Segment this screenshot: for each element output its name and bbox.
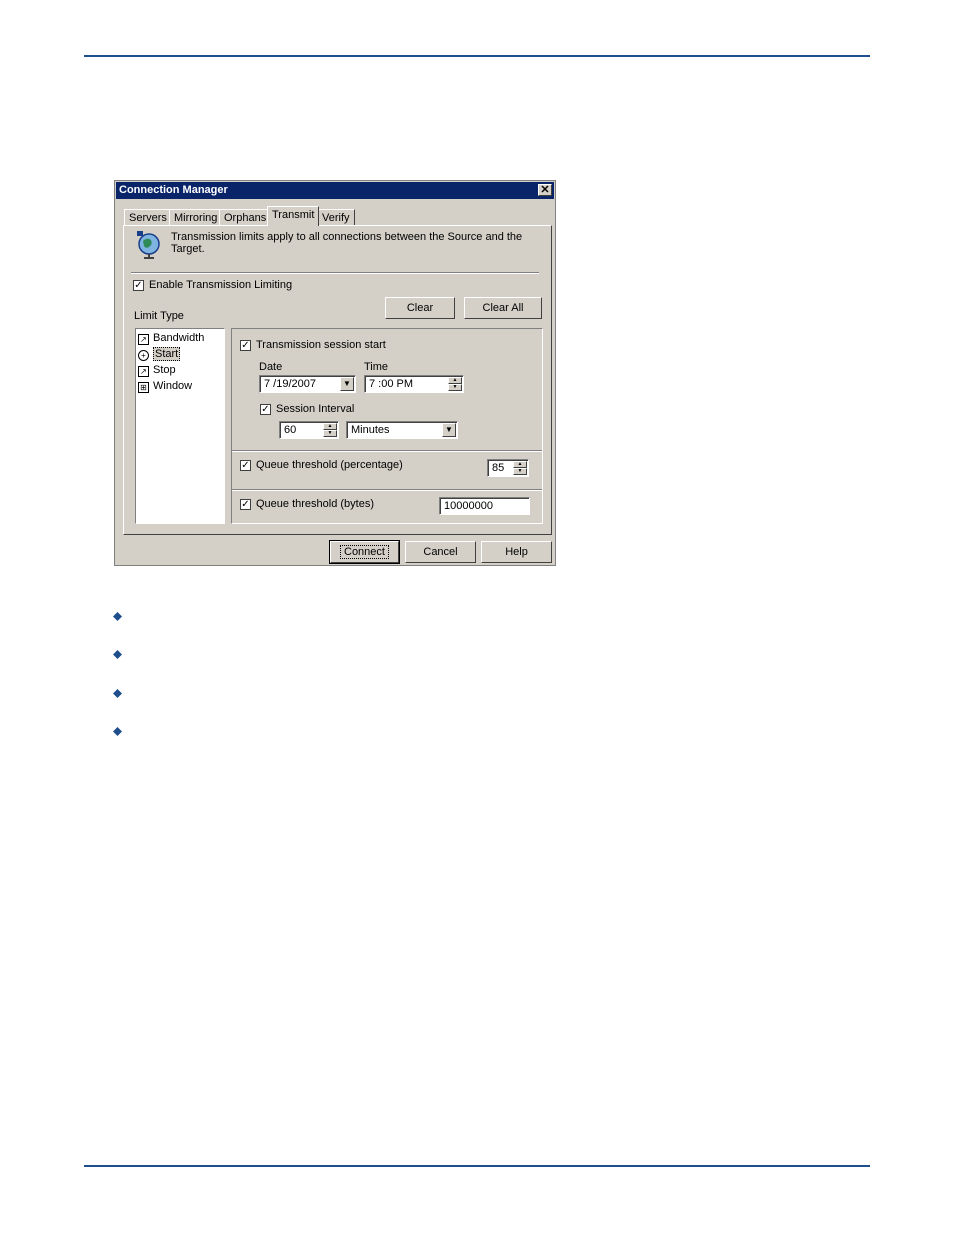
interval-unit-select[interactable]: Minutes ▼ [346,421,458,439]
connect-button[interactable]: Connect [329,540,400,564]
chevron-down-icon[interactable]: ▼ [442,423,456,437]
dialog-titlebar[interactable]: Connection Manager ✕ [116,182,554,199]
session-interval-label: Session Interval [276,403,355,415]
time-input[interactable]: 7 :00 PM ▲ ▼ [364,375,464,393]
spin-down-icon[interactable]: ▼ [323,430,337,437]
diamond-bullet-icon [113,727,122,736]
queue-bytes-input[interactable]: 10000000 [439,497,530,515]
chart-icon: ↗ [138,334,149,345]
spin-down-icon[interactable]: ▼ [448,384,462,391]
spin-down-icon[interactable]: ▼ [513,468,527,475]
session-start-checkbox[interactable]: ✓ [240,340,251,351]
enable-limiting-label: Enable Transmission Limiting [149,279,293,291]
spin-up-icon[interactable]: ▲ [513,461,527,468]
queue-percentage-label: Queue threshold (percentage) [256,459,403,471]
tab-servers[interactable]: Servers [124,209,172,225]
interval-spinner[interactable]: ▲ ▼ [323,423,337,437]
chart-icon: ↗ [138,366,149,377]
tab-transmit[interactable]: Transmit [267,206,320,226]
list-item-bandwidth[interactable]: ↗ Bandwidth [138,331,204,345]
interval-input[interactable]: 60 ▲ ▼ [279,421,339,439]
clock-icon: + [138,350,149,361]
date-label: Date [259,361,283,373]
tab-orphans[interactable]: Orphans [219,209,272,225]
divider [131,272,539,274]
queue-bytes-label: Queue threshold (bytes) [256,498,375,510]
help-button[interactable]: Help [481,541,552,563]
list-item-stop[interactable]: ↗ Stop [138,363,176,377]
enable-limiting-checkbox[interactable]: ✓ [133,280,144,291]
close-icon: ✕ [540,184,550,196]
time-spinner[interactable]: ▲ ▼ [448,377,462,391]
connection-manager-dialog: Connection Manager ✕ Servers Mirroring O… [114,180,556,566]
header-rule [84,55,870,57]
chevron-down-icon[interactable]: ▼ [340,377,354,391]
queue-bytes-checkbox[interactable]: ✓ [240,499,251,510]
diamond-bullet-icon [113,612,122,621]
tab-verify[interactable]: Verify [317,209,355,225]
window-icon: ⊞ [138,382,149,393]
tab-mirroring[interactable]: Mirroring [169,209,223,225]
percentage-spinner[interactable]: ▲ ▼ [513,461,527,475]
list-item-window[interactable]: ⊞ Window [138,379,192,393]
limit-type-label: Limit Type [134,310,184,322]
group-divider [232,450,542,452]
clear-button[interactable]: Clear [385,297,455,319]
group-divider [232,489,542,491]
cancel-button[interactable]: Cancel [405,541,476,563]
footer-rule [84,1165,870,1167]
globe-network-icon [137,231,160,259]
diamond-bullet-icon [113,689,122,698]
spin-up-icon[interactable]: ▲ [323,423,337,430]
clear-all-button[interactable]: Clear All [464,297,542,319]
info-text: Transmission limits apply to all connect… [171,231,523,255]
queue-percentage-input[interactable]: 85 ▲ ▼ [487,459,529,477]
time-label: Time [364,361,389,373]
dialog-title: Connection Manager [119,184,228,196]
date-picker[interactable]: 7 /19/2007 ▼ [259,375,356,393]
diamond-bullet-icon [113,650,122,659]
session-start-label: Transmission session start [256,339,386,351]
limit-settings-group: ✓ Transmission session start Date 7 /19/… [231,328,543,524]
spin-up-icon[interactable]: ▲ [448,377,462,384]
close-button[interactable]: ✕ [538,184,552,196]
limit-type-list[interactable]: ↗ Bandwidth + Start ↗ Stop ⊞ Window [135,328,225,524]
queue-percentage-checkbox[interactable]: ✓ [240,460,251,471]
list-item-start[interactable]: + Start [138,347,181,361]
session-interval-checkbox[interactable]: ✓ [260,404,271,415]
